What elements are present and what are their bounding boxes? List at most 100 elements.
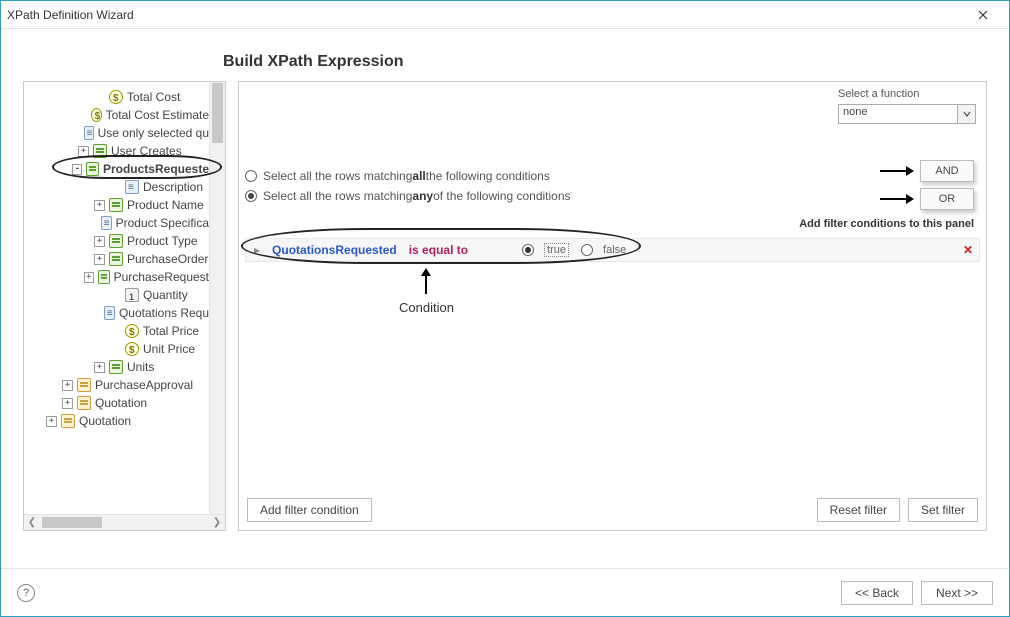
help-button[interactable]: ?	[17, 584, 35, 602]
expand-icon[interactable]: +	[46, 416, 57, 427]
tree-item[interactable]: Total Cost	[26, 88, 209, 106]
tree-item[interactable]: +PurchaseRequest	[26, 268, 209, 286]
field-icon	[109, 252, 123, 266]
tree-item-label: Quotations Requ	[119, 304, 209, 322]
set-filter-button[interactable]: Set filter	[908, 498, 978, 522]
tree-h-scrollbar[interactable]: ❮ ❯	[24, 514, 225, 530]
expand-icon[interactable]: +	[94, 236, 105, 247]
radio-all[interactable]	[245, 170, 257, 182]
arrow-to-or-icon	[880, 192, 914, 206]
expand-icon[interactable]: +	[94, 254, 105, 265]
radio-false[interactable]	[581, 244, 593, 256]
dollar-icon	[109, 90, 123, 104]
field-icon	[93, 144, 107, 158]
tree-item-label: Units	[127, 358, 154, 376]
tree-item[interactable]: + Units	[26, 358, 209, 376]
field-icon	[86, 162, 99, 176]
add-filter-button[interactable]: Add filter condition	[247, 498, 372, 522]
entity-icon	[77, 378, 91, 392]
tree-item-label: Product Name	[127, 196, 204, 214]
function-select[interactable]: none	[838, 104, 976, 124]
tree-item[interactable]: Description	[26, 178, 209, 196]
tree-item[interactable]: Quantity	[26, 286, 209, 304]
tree-viewport[interactable]: Total CostTotal Cost EstimateUse only se…	[24, 82, 209, 514]
expand-icon[interactable]: +	[78, 146, 89, 157]
dollar-icon	[91, 108, 102, 122]
condition-field[interactable]: QuotationsRequested	[272, 243, 397, 257]
text-icon	[125, 180, 139, 194]
tree-item[interactable]: +Quotation	[26, 412, 209, 430]
condition-row[interactable]: ▸ QuotationsRequested is equal to true f…	[245, 238, 980, 262]
tree-item[interactable]: + User Creates	[26, 142, 209, 160]
text-icon	[84, 126, 94, 140]
expand-icon[interactable]: +	[94, 200, 105, 211]
condition-operator[interactable]: is equal to	[409, 243, 468, 257]
dollar-icon	[125, 324, 139, 338]
expand-icon[interactable]: +	[94, 362, 105, 373]
expand-icon[interactable]: +	[62, 398, 73, 409]
function-dropdown-button[interactable]	[958, 104, 976, 124]
scroll-left-icon[interactable]: ❮	[24, 517, 40, 528]
expand-icon[interactable]: +	[84, 272, 94, 283]
tree-v-thumb[interactable]	[212, 83, 223, 143]
match-any-pre: Select all the rows matching	[263, 189, 412, 203]
function-value: none	[838, 104, 958, 124]
tree-item[interactable]: + Product Name	[26, 196, 209, 214]
tree-item[interactable]: +Quotation	[26, 394, 209, 412]
tree-spacer	[78, 110, 86, 121]
tree-v-scrollbar[interactable]	[209, 82, 225, 514]
scroll-right-icon[interactable]: ❯	[209, 517, 225, 528]
tree-item-label: Product Specifica	[116, 214, 209, 232]
tree-item-label: Quantity	[143, 286, 188, 304]
chevron-down-icon	[963, 110, 971, 118]
match-any-row[interactable]: Select all the rows matching any of the …	[245, 186, 976, 206]
tree-spacer	[72, 128, 79, 139]
tree-h-thumb[interactable]	[42, 517, 102, 528]
match-any-post: of the following conditions	[433, 189, 570, 203]
tree-item[interactable]: +Product Type	[26, 232, 209, 250]
wizard-window: XPath Definition Wizard Build XPath Expr…	[0, 0, 1010, 617]
tree-item-label: Use only selected qu	[98, 124, 209, 142]
condition-false-option[interactable]: false	[581, 244, 626, 256]
entity-icon	[77, 396, 91, 410]
match-all-row[interactable]: Select all the rows matching all the fol…	[245, 166, 976, 186]
and-button[interactable]: AND	[920, 160, 974, 182]
text-icon	[101, 216, 112, 230]
tree-item-label: PurchaseApproval	[95, 376, 193, 394]
tree-item-label: Description	[143, 178, 203, 196]
tree-item-label: Unit Price	[143, 340, 195, 358]
tree-item[interactable]: Product Specifica	[26, 214, 209, 232]
tree-item[interactable]: + PurchaseApproval	[26, 376, 209, 394]
condition-caption: Condition	[399, 300, 454, 315]
match-all-pre: Select all the rows matching	[263, 169, 412, 183]
collapse-icon[interactable]: -	[72, 164, 82, 175]
or-button[interactable]: OR	[920, 188, 974, 210]
panel-row: Total CostTotal Cost EstimateUse only se…	[23, 81, 987, 531]
tree-item[interactable]: Unit Price	[26, 340, 209, 358]
tree-item[interactable]: Total Cost Estimate	[26, 106, 209, 124]
field-icon	[109, 234, 123, 248]
tree-spacer	[89, 218, 97, 229]
tree-item-label: User Creates	[111, 142, 182, 160]
tree-item[interactable]: -ProductsRequeste	[26, 160, 209, 178]
match-any-bold: any	[412, 189, 433, 203]
expand-icon[interactable]: +	[62, 380, 73, 391]
next-button[interactable]: Next >>	[921, 581, 993, 605]
tree-item-label: Total Cost Estimate	[106, 106, 209, 124]
radio-any[interactable]	[245, 190, 257, 202]
close-button[interactable]	[963, 5, 1003, 25]
tree-item[interactable]: +PurchaseOrder	[26, 250, 209, 268]
builder-panel: Select a function none Select all the ro…	[238, 81, 987, 531]
back-button[interactable]: << Back	[841, 581, 913, 605]
tree-item[interactable]: Total Price	[26, 322, 209, 340]
radio-true[interactable]	[522, 244, 534, 256]
tree-spacer	[94, 92, 105, 103]
expander-icon[interactable]: ▸	[254, 243, 260, 257]
tree: Total CostTotal Cost EstimateUse only se…	[24, 82, 209, 436]
filter-action-buttons: Reset filter Set filter	[817, 498, 978, 522]
condition-true-option[interactable]: true	[522, 243, 569, 257]
delete-condition-button[interactable]: ✕	[963, 243, 973, 257]
tree-item[interactable]: Quotations Requ	[26, 304, 209, 322]
reset-filter-button[interactable]: Reset filter	[817, 498, 900, 522]
tree-item[interactable]: Use only selected qu	[26, 124, 209, 142]
